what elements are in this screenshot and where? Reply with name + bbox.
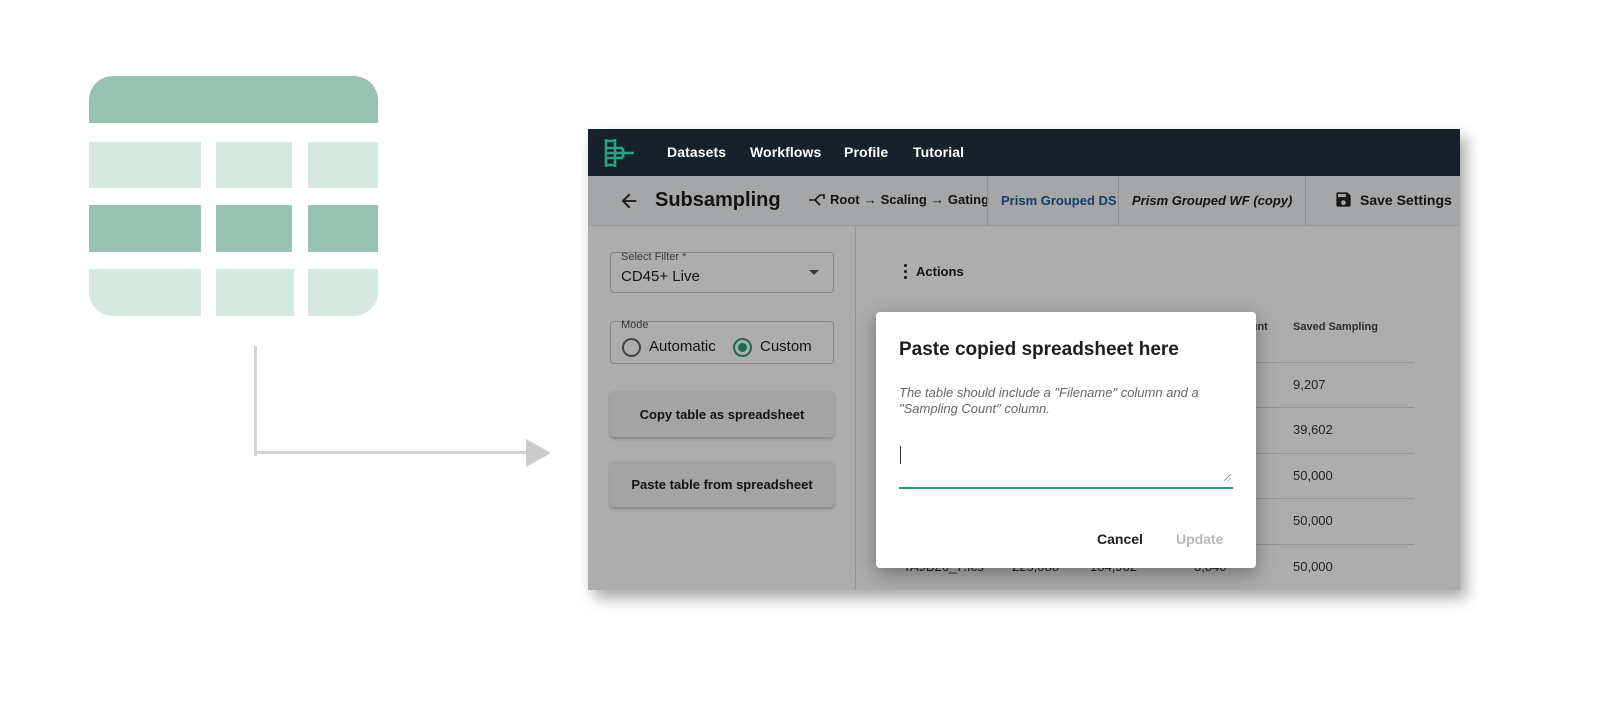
nav-workflows[interactable]: Workflows <box>750 144 821 160</box>
nav-profile[interactable]: Profile <box>844 144 888 160</box>
spreadsheet-cell <box>89 142 201 188</box>
dialog-title: Paste copied spreadsheet here <box>899 339 1179 360</box>
spreadsheet-cell <box>216 269 294 316</box>
text-cursor <box>900 446 901 464</box>
arrow-right-icon <box>526 439 551 467</box>
update-button[interactable]: Update <box>1176 531 1223 547</box>
spreadsheet-illustration <box>89 76 378 316</box>
cancel-button[interactable]: Cancel <box>1097 531 1143 547</box>
app-logo-icon <box>604 139 634 167</box>
connector-line <box>254 451 530 454</box>
resize-handle-icon[interactable] <box>1224 474 1231 481</box>
spreadsheet-cell <box>89 205 201 252</box>
dialog-description: The table should include a "Filename" co… <box>899 385 1199 416</box>
spreadsheet-cell <box>308 142 378 188</box>
spreadsheet-cell <box>216 142 292 188</box>
spreadsheet-cell <box>308 205 378 252</box>
paste-textarea[interactable] <box>899 440 1233 489</box>
top-navbar: Datasets Workflows Profile Tutorial <box>588 129 1460 176</box>
paste-spreadsheet-dialog: Paste copied spreadsheet here The table … <box>876 312 1256 568</box>
spreadsheet-cell <box>308 269 378 316</box>
spreadsheet-cell <box>89 269 201 316</box>
spreadsheet-cell <box>216 205 292 252</box>
nav-datasets[interactable]: Datasets <box>667 144 726 160</box>
connector-line <box>254 346 257 456</box>
nav-tutorial[interactable]: Tutorial <box>913 144 964 160</box>
app-window: Datasets Workflows Profile Tutorial Subs… <box>588 129 1460 590</box>
spreadsheet-header-band <box>89 76 378 123</box>
